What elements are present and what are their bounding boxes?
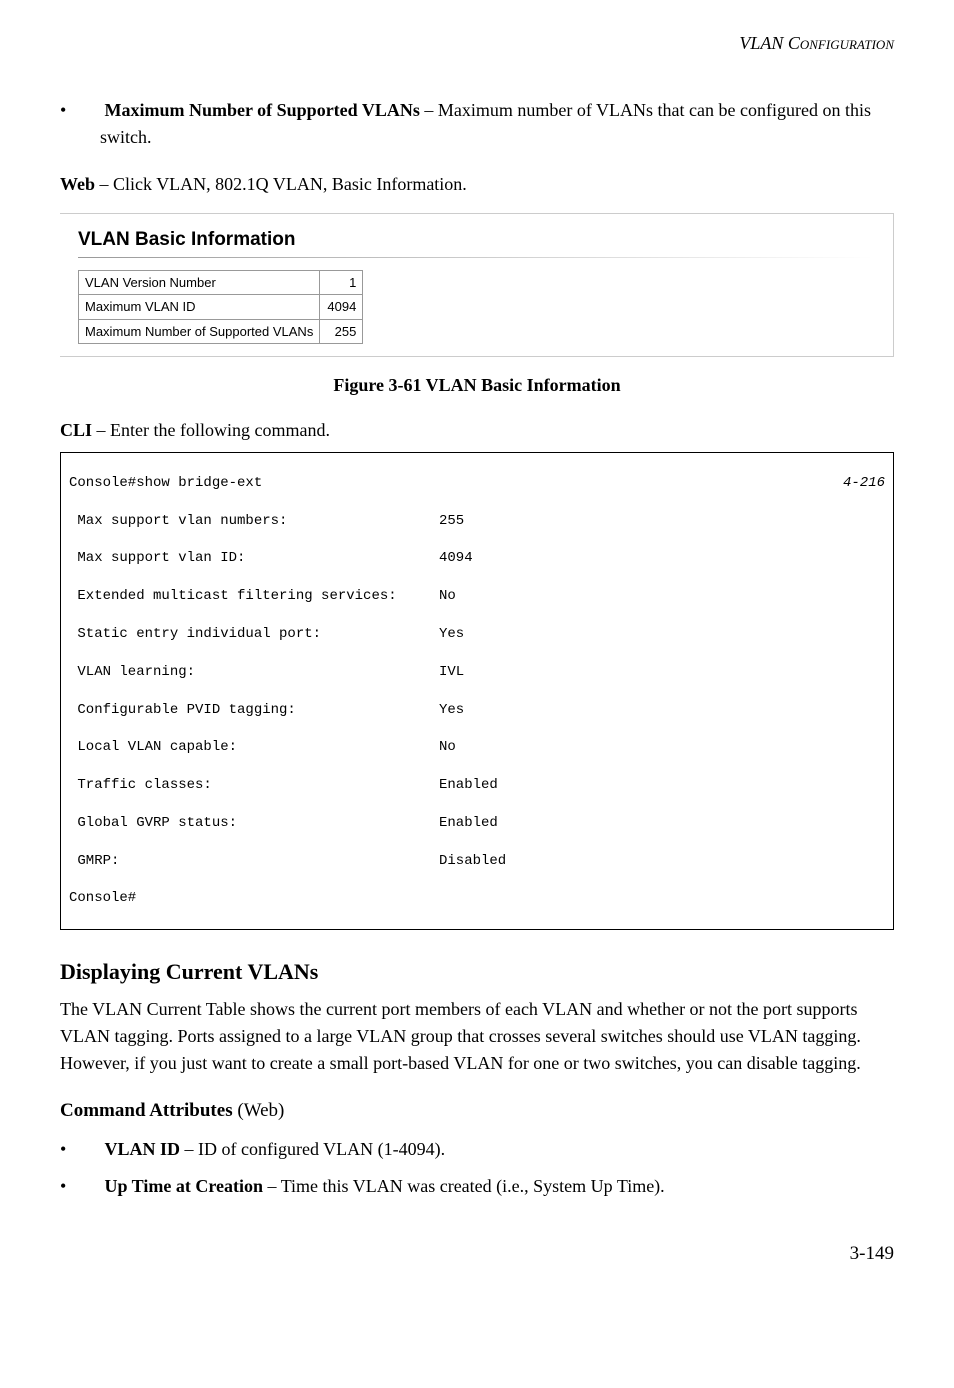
cli-desc: – Enter the following command. — [92, 420, 330, 440]
bullet-dot-icon: • — [80, 1173, 100, 1200]
web-instruction: Web – Click VLAN, 802.1Q VLAN, Basic Inf… — [60, 171, 894, 198]
cli-row: Traffic classes:Enabled — [69, 776, 885, 795]
screenshot-title: VLAN Basic Information — [78, 226, 893, 255]
attr-label: VLAN ID — [105, 1139, 181, 1159]
web-desc: – Click VLAN, 802.1Q VLAN, Basic Informa… — [95, 174, 467, 194]
cli-row: GMRP:Disabled — [69, 852, 885, 871]
row-label: Maximum VLAN ID — [79, 295, 320, 320]
cmd-attr-rest: (Web) — [233, 1100, 285, 1121]
row-label: VLAN Version Number — [79, 270, 320, 295]
table-row: Maximum VLAN ID 4094 — [79, 295, 363, 320]
section-body: The VLAN Current Table shows the current… — [60, 996, 894, 1077]
screenshot-vlan-basic-info: VLAN Basic Information VLAN Version Numb… — [60, 213, 894, 357]
bullet-uptime-creation: • Up Time at Creation – Time this VLAN w… — [100, 1173, 894, 1200]
bullet-max-vlans: • Maximum Number of Supported VLANs – Ma… — [100, 97, 894, 151]
cli-output-box: Console#show bridge-ext4-216 Max support… — [60, 452, 894, 930]
table-row: VLAN Version Number 1 — [79, 270, 363, 295]
row-value: 255 — [320, 319, 363, 344]
attr-label: Up Time at Creation — [105, 1176, 264, 1196]
figure-caption: Figure 3-61 VLAN Basic Information — [60, 372, 894, 399]
cli-row: Global GVRP status:Enabled — [69, 814, 885, 833]
cli-ref: 4-216 — [843, 474, 885, 493]
attr-desc: – ID of configured VLAN (1-4094). — [180, 1139, 445, 1159]
row-value: 4094 — [320, 295, 363, 320]
bullet-vlan-id: • VLAN ID – ID of configured VLAN (1-409… — [100, 1136, 894, 1163]
web-label: Web — [60, 174, 95, 194]
cli-row: Local VLAN capable:No — [69, 738, 885, 757]
page-number: 3-149 — [60, 1240, 894, 1269]
vlan-info-table: VLAN Version Number 1 Maximum VLAN ID 40… — [78, 270, 363, 345]
bullet-dot-icon: • — [80, 1136, 100, 1163]
bullet-dot-icon: • — [80, 97, 100, 124]
cli-row: Max support vlan ID:4094 — [69, 549, 885, 568]
attr-desc: – Time this VLAN was created (i.e., Syst… — [263, 1176, 665, 1196]
cmd-attr-bold: Command Attributes — [60, 1100, 233, 1121]
table-row: Maximum Number of Supported VLANs 255 — [79, 319, 363, 344]
cli-row: Max support vlan numbers:255 — [69, 512, 885, 531]
bullet-label: Maximum Number of Supported VLANs — [105, 100, 420, 120]
cli-row: Extended multicast filtering services:No — [69, 587, 885, 606]
cli-label: CLI — [60, 420, 92, 440]
row-label: Maximum Number of Supported VLANs — [79, 319, 320, 344]
page-header-section: VLAN Configuration — [60, 30, 894, 57]
screenshot-divider — [78, 257, 873, 258]
row-value: 1 — [320, 270, 363, 295]
cli-instruction: CLI – Enter the following command. — [60, 417, 894, 444]
section-heading-current-vlans: Displaying Current VLANs — [60, 955, 894, 988]
cli-row: VLAN learning:IVL — [69, 663, 885, 682]
cli-row: Configurable PVID tagging:Yes — [69, 701, 885, 720]
command-attributes-heading: Command Attributes (Web) — [60, 1097, 894, 1126]
cli-head: Console#show bridge-ext — [69, 474, 843, 493]
cli-tail: Console# — [69, 889, 885, 908]
cli-row: Static entry individual port:Yes — [69, 625, 885, 644]
